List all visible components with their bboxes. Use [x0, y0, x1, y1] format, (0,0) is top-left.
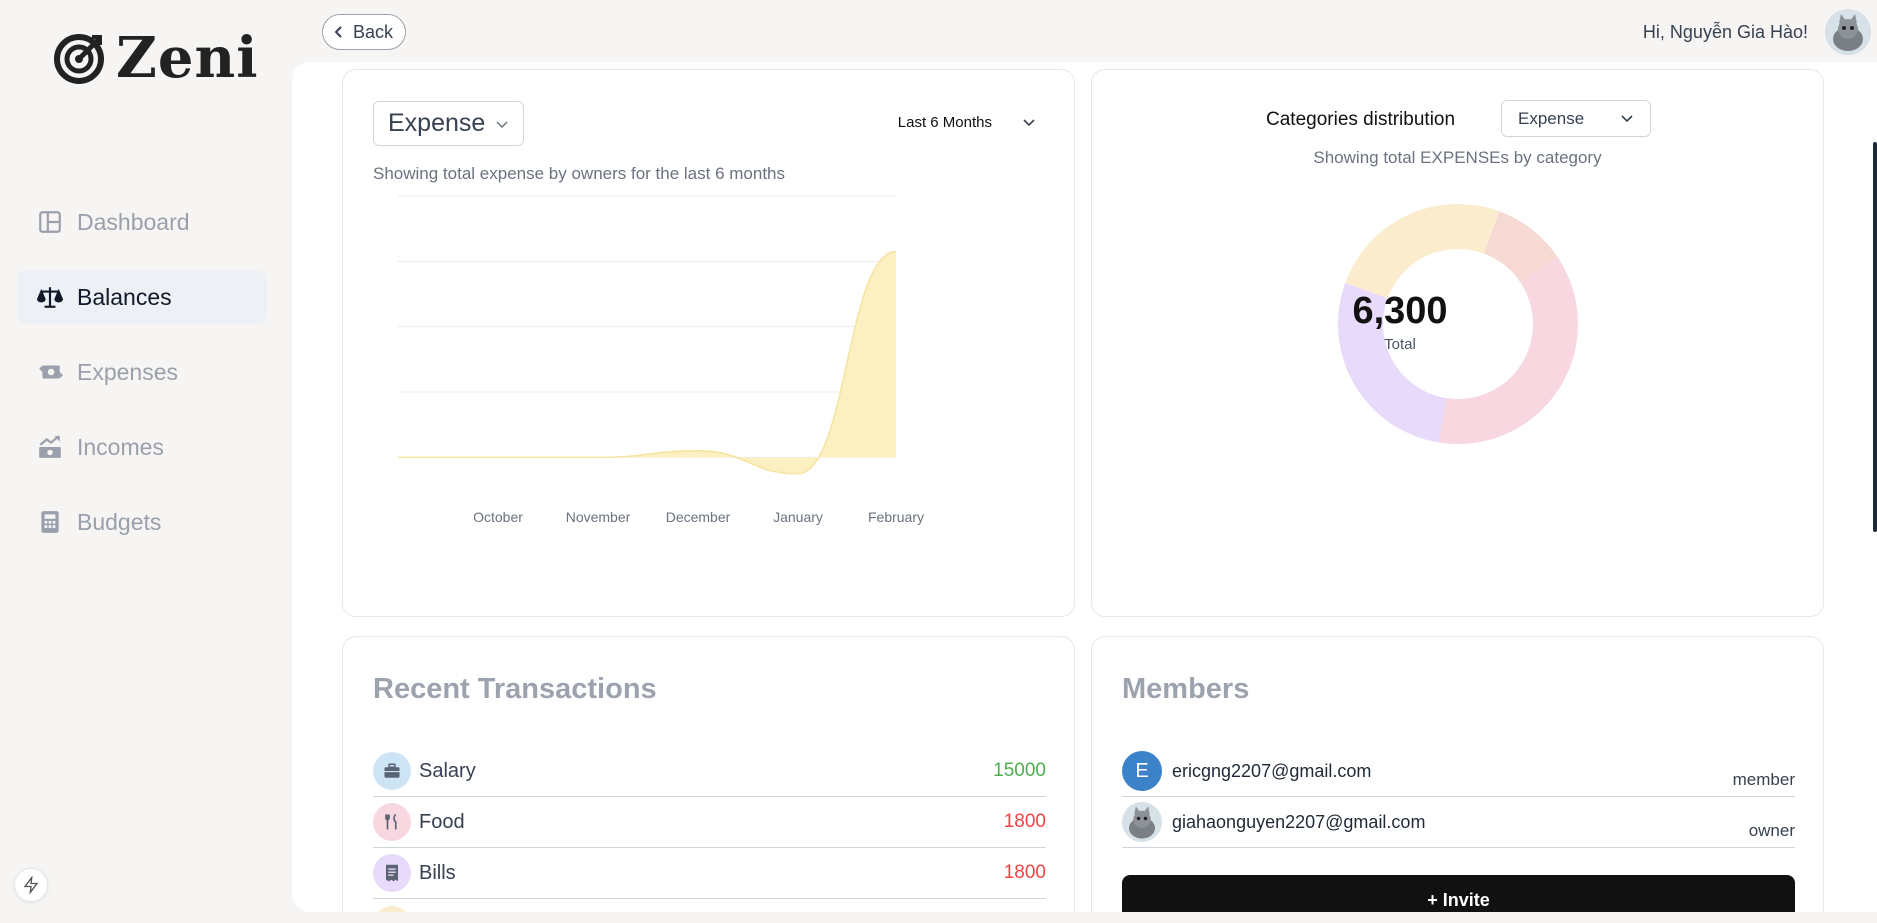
categories-card: Categories distribution Expense Showing …	[1091, 69, 1824, 617]
member-role: owner	[1748, 821, 1795, 840]
x-tick-label: October	[473, 509, 523, 525]
chevron-left-icon	[334, 26, 342, 38]
member-role: member	[1732, 770, 1795, 789]
x-tick-label: January	[773, 509, 823, 525]
user-greeting: Hi, Nguyễn Gia Hào!	[1642, 22, 1808, 42]
bolt-button[interactable]	[14, 868, 48, 902]
donut-total-label: Total	[1384, 336, 1416, 353]
sidebar-item-label: Balances	[77, 283, 172, 310]
member-avatar: E	[1122, 751, 1162, 791]
members-card: Members E ericgng2207@gmail.com member g…	[1091, 636, 1824, 912]
main-panel: Expense Last 6 Months Showing total expe…	[292, 62, 1877, 912]
sidebar-nav: Dashboard Balances Expenses Incomes Budg…	[17, 195, 267, 570]
invite-button[interactable]: + Invite	[1122, 875, 1795, 912]
area-chart: October November December January February	[398, 195, 924, 525]
utensils-icon	[373, 803, 411, 841]
recent-transactions-card: Recent Transactions Salary 15000 Food 18…	[342, 636, 1075, 912]
sidebar-item-incomes[interactable]: Incomes	[17, 420, 267, 474]
members-list: E ericgng2207@gmail.com member giahaongu…	[1122, 746, 1795, 848]
x-tick-label: February	[868, 509, 924, 525]
transactions-list: Salary 15000 Food 1800 Bills 1800	[373, 746, 1046, 912]
logo[interactable]: Zeni	[52, 30, 259, 86]
briefcase-icon	[373, 752, 411, 790]
transaction-amount: 15000	[993, 760, 1046, 781]
user-avatar[interactable]	[1825, 9, 1871, 55]
owners-chart-card: Expense Last 6 Months Showing total expe…	[342, 69, 1075, 617]
transaction-name: Salary	[419, 759, 476, 782]
transaction-row[interactable]: Bills 1800	[373, 848, 1046, 899]
transaction-row-partial[interactable]	[373, 899, 1046, 912]
bolt-icon	[23, 876, 39, 894]
money-icon	[37, 359, 63, 385]
donut-total: 6,300	[1352, 290, 1448, 332]
member-email: giahaonguyen2207@gmail.com	[1172, 811, 1426, 832]
sidebar-item-label: Expenses	[77, 358, 179, 385]
transactions-title: Recent Transactions	[373, 673, 657, 705]
receipt-icon	[373, 854, 411, 892]
target-logo-icon	[54, 34, 104, 84]
series-area	[398, 251, 896, 474]
sidebar-item-expenses[interactable]: Expenses	[17, 345, 267, 399]
transaction-row[interactable]: Salary 15000	[373, 746, 1046, 797]
transaction-name: Bills	[419, 861, 456, 884]
category-icon	[373, 905, 411, 912]
layout-icon	[37, 209, 63, 235]
sidebar: Zeni Dashboard Balances Expenses Incomes	[0, 0, 292, 923]
scrollbar[interactable]	[1873, 142, 1877, 532]
member-row[interactable]: giahaonguyen2207@gmail.com owner	[1122, 797, 1795, 848]
calculator-icon	[37, 509, 63, 535]
sidebar-item-dashboard[interactable]: Dashboard	[17, 195, 267, 249]
donut-segment	[1345, 204, 1500, 299]
transaction-amount: 1800	[1003, 811, 1046, 832]
transaction-amount: 1800	[1003, 862, 1046, 883]
sidebar-item-label: Dashboard	[77, 208, 190, 235]
back-label: Back	[353, 21, 394, 42]
donut-center: 6,300 Total	[1335, 292, 1465, 353]
member-avatar	[1122, 802, 1162, 842]
members-title: Members	[1122, 673, 1250, 705]
sidebar-item-budgets[interactable]: Budgets	[17, 495, 267, 549]
transaction-name: Food	[419, 810, 465, 833]
series-line	[398, 250, 897, 475]
sidebar-item-balances[interactable]: Balances	[17, 270, 267, 324]
back-button[interactable]: Back	[322, 14, 407, 50]
x-tick-label: December	[666, 509, 731, 525]
sidebar-item-label: Budgets	[77, 508, 162, 535]
growth-icon	[37, 434, 63, 460]
cat-avatar-icon	[1122, 802, 1162, 842]
member-email: ericgng2207@gmail.com	[1172, 760, 1372, 781]
member-row[interactable]: E ericgng2207@gmail.com member	[1122, 746, 1795, 797]
transaction-row[interactable]: Food 1800	[373, 797, 1046, 848]
app-name: Zeni	[116, 25, 259, 91]
x-tick-label: November	[566, 509, 631, 525]
cat-avatar-icon	[1825, 9, 1871, 55]
sidebar-item-label: Incomes	[77, 433, 164, 460]
scale-icon	[37, 284, 63, 310]
